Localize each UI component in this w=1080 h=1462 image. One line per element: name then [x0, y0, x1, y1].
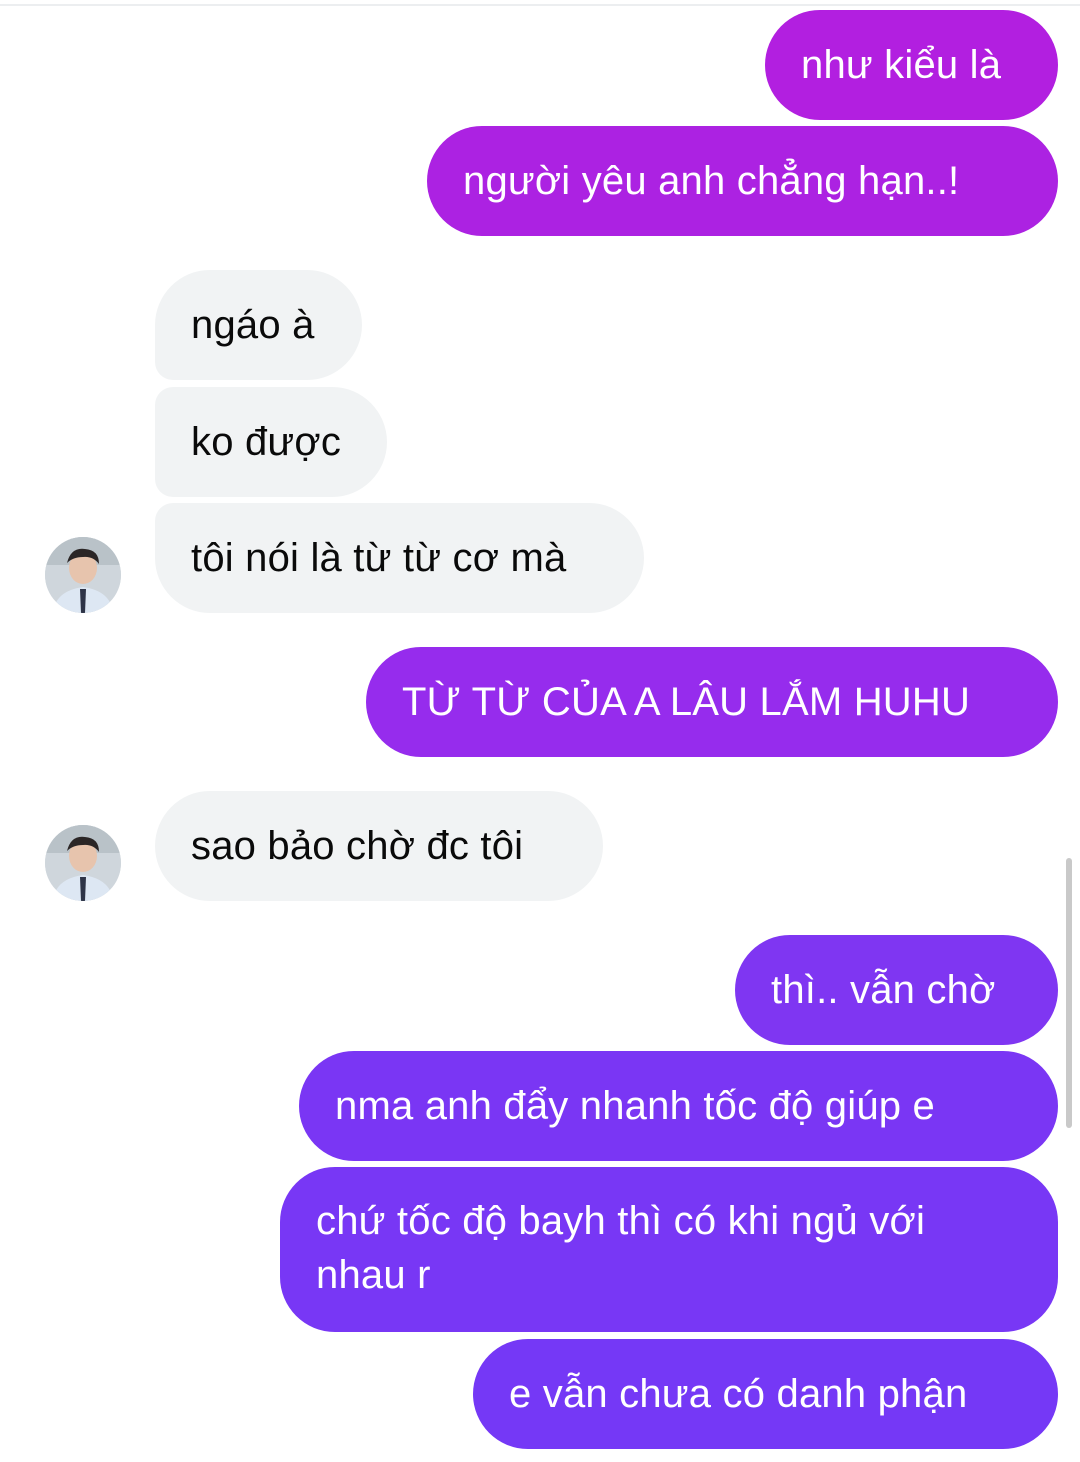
contact-avatar[interactable] — [45, 825, 121, 901]
outgoing-message[interactable]: người yêu anh chẳng hạn..! — [427, 126, 1058, 236]
incoming-message[interactable]: ngáo à — [155, 270, 362, 380]
outgoing-message[interactable]: TỪ TỪ CỦA A LÂU LẮM HUHU — [366, 647, 1058, 757]
scrollbar[interactable] — [1066, 858, 1072, 1128]
outgoing-message[interactable]: nma anh đẩy nhanh tốc độ giúp e — [299, 1051, 1058, 1161]
incoming-message[interactable]: sao bảo chờ đc tôi — [155, 791, 603, 901]
contact-avatar[interactable] — [45, 537, 121, 613]
outgoing-message[interactable]: e vẫn chưa có danh phận — [473, 1339, 1058, 1449]
outgoing-message[interactable]: như kiểu là — [765, 10, 1058, 120]
person-avatar-icon — [45, 825, 121, 901]
person-avatar-icon — [45, 537, 121, 613]
incoming-message[interactable]: ko được — [155, 387, 387, 497]
outgoing-message[interactable]: chứ tốc độ bayh thì có khi ngủ với nhau … — [280, 1167, 1058, 1332]
message-thread[interactable]: như kiểu là người yêu anh chẳng hạn..! n… — [0, 0, 1080, 1462]
outgoing-message[interactable]: thì.. vẫn chờ — [735, 935, 1058, 1045]
incoming-message[interactable]: tôi nói là từ từ cơ mà — [155, 503, 644, 613]
